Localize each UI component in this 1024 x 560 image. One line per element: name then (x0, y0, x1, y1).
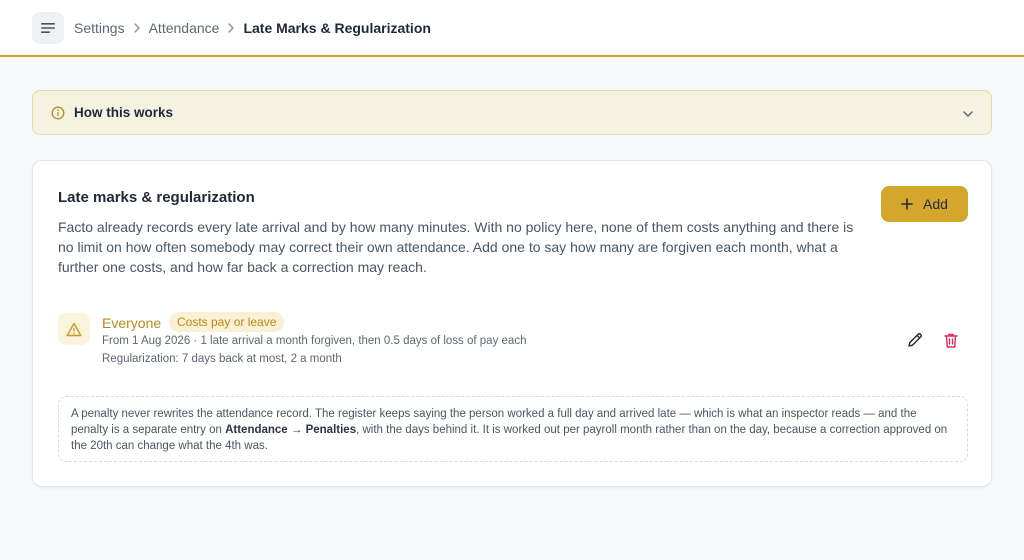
chevron-down-icon[interactable] (962, 107, 974, 125)
breadcrumb-attendance[interactable]: Attendance (149, 20, 220, 36)
menu-icon (41, 23, 55, 33)
section-description: Facto already records every late arrival… (58, 219, 854, 275)
trash-icon (944, 333, 958, 348)
add-button-label: Add (923, 196, 948, 212)
how-this-works-panel[interactable]: How this works (32, 90, 992, 135)
penalty-note: A penalty never rewrites the attendance … (58, 396, 968, 462)
breadcrumb: Settings Attendance Late Marks & Regular… (74, 19, 431, 37)
how-this-works-title: How this works (74, 105, 174, 120)
info-icon (51, 106, 65, 125)
pencil-icon (908, 333, 922, 347)
late-marks-card: Late marks & regularization Facto alread… (32, 160, 992, 487)
delete-button[interactable] (941, 330, 961, 350)
top-bar: Settings Attendance Late Marks & Regular… (0, 0, 1024, 57)
note-link-penalties: Attendance → Penalties (225, 424, 357, 436)
rule-regularization: Regularization: 7 days back at most, 2 a… (102, 353, 342, 365)
rule-name: Everyone (102, 315, 162, 331)
section-title: Late marks & regularization (58, 189, 255, 206)
add-button[interactable]: Add (881, 186, 968, 222)
chevron-right-icon (125, 23, 149, 33)
menu-button[interactable] (32, 12, 64, 44)
plus-icon (901, 198, 913, 210)
warning-icon (66, 322, 82, 336)
breadcrumb-current: Late Marks & Regularization (243, 20, 431, 36)
rule-summary: From 1 Aug 2026 · 1 late arrival a month… (102, 335, 527, 347)
chevron-right-icon (219, 23, 243, 33)
status-badge: Costs pay or leave (169, 312, 285, 332)
rule-status-icon (58, 313, 90, 345)
edit-button[interactable] (905, 330, 925, 350)
breadcrumb-settings[interactable]: Settings (74, 20, 125, 36)
